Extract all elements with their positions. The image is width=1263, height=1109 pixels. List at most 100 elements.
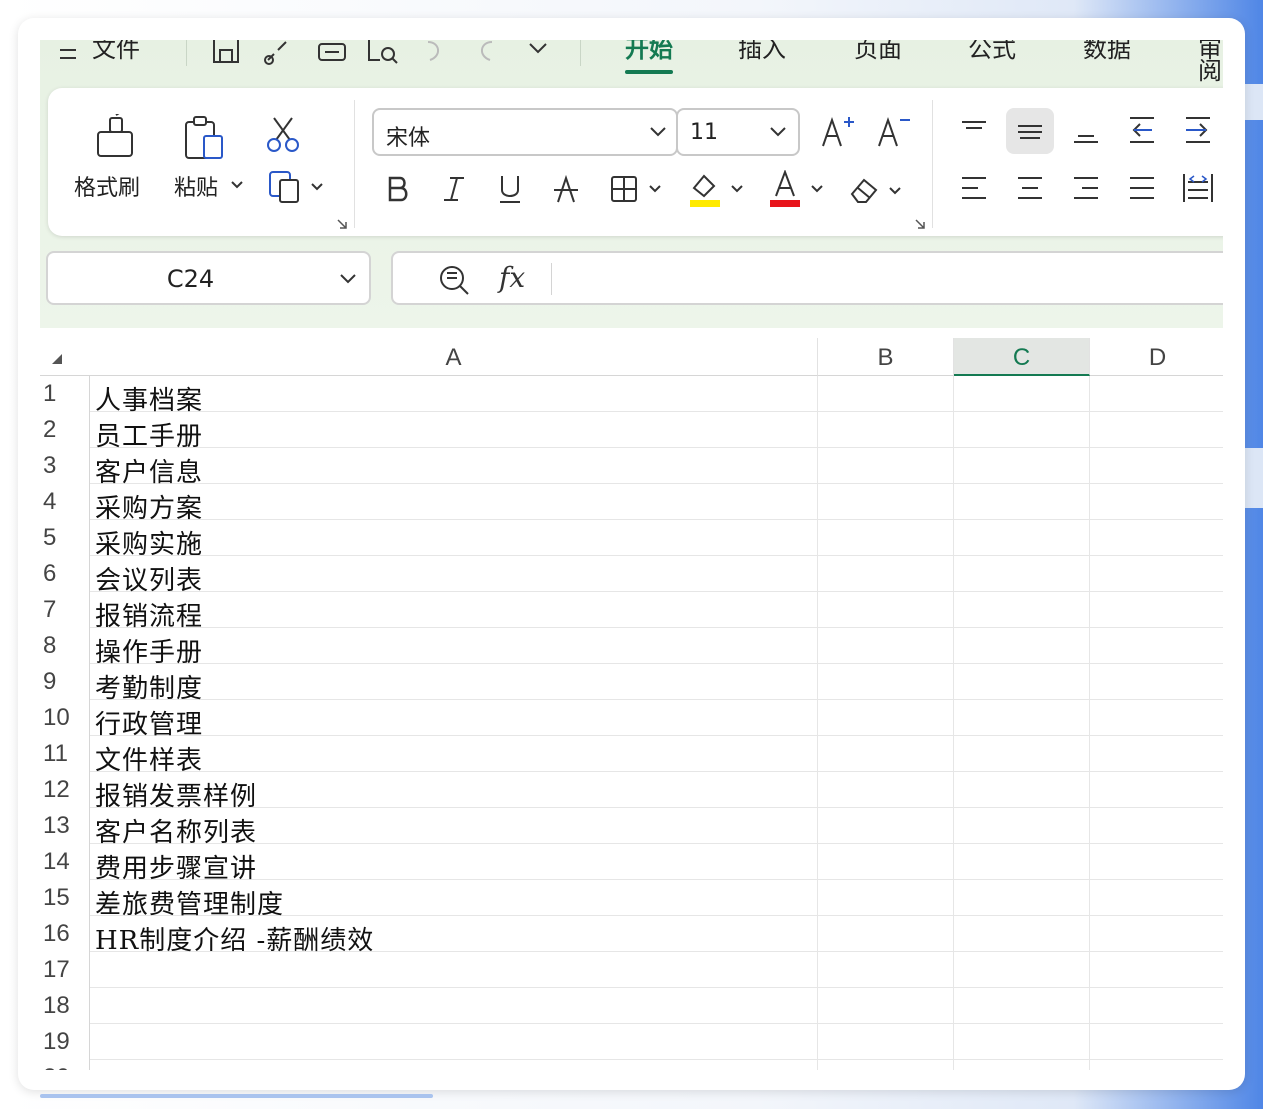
cell-d[interactable] (1090, 628, 1223, 664)
cell-c[interactable] (954, 988, 1090, 1024)
paste-button[interactable]: 粘贴 (168, 114, 258, 214)
cell-c[interactable] (954, 520, 1090, 556)
cell-c[interactable] (954, 592, 1090, 628)
cell-b[interactable] (818, 1060, 954, 1070)
row-header[interactable]: 16 (40, 916, 90, 952)
cell-b[interactable] (818, 952, 954, 988)
align-right-button[interactable] (1066, 168, 1106, 208)
share-button[interactable] (262, 40, 294, 80)
cell-a[interactable]: 报销发票样例 (90, 772, 818, 812)
row-header[interactable]: 14 (40, 844, 90, 880)
format-painter-button[interactable]: 格式刷 (74, 114, 164, 214)
cell-c[interactable] (954, 448, 1090, 484)
cell-d[interactable] (1090, 1024, 1223, 1060)
cell-c[interactable] (954, 412, 1090, 448)
row-header[interactable]: 7 (40, 592, 90, 628)
quick-access-dropdown[interactable] (526, 40, 550, 80)
zoom-out-icon[interactable] (437, 263, 471, 297)
select-all-corner[interactable] (40, 338, 90, 376)
tab-formulas[interactable]: 公式 (968, 40, 1016, 80)
cell-d[interactable] (1090, 808, 1223, 844)
font-size-select[interactable]: 11 (676, 108, 800, 156)
row-header[interactable]: 11 (40, 736, 90, 772)
cell-b[interactable] (818, 520, 954, 556)
justify-button[interactable] (1122, 168, 1162, 208)
cell-c[interactable] (954, 700, 1090, 736)
cell-d[interactable] (1090, 664, 1223, 700)
cell-a[interactable]: 员工手册 (90, 412, 818, 452)
cell-a[interactable]: HR制度介绍 -薪酬绩效 (90, 916, 818, 956)
cell-c[interactable] (954, 628, 1090, 664)
cell-d[interactable] (1090, 484, 1223, 520)
cell-d[interactable] (1090, 700, 1223, 736)
borders-button[interactable] (608, 172, 668, 206)
cell-c[interactable] (954, 952, 1090, 988)
tab-page[interactable]: 页面 (854, 40, 902, 80)
cell-d[interactable] (1090, 736, 1223, 772)
main-menu-button[interactable] (58, 40, 78, 80)
horizontal-scrollbar[interactable] (40, 1094, 433, 1098)
cell-d[interactable] (1090, 880, 1223, 916)
undo-button[interactable] (420, 40, 450, 80)
cell-d[interactable] (1090, 988, 1223, 1024)
font-color-button[interactable] (768, 170, 828, 208)
column-header-d[interactable]: D (1090, 338, 1223, 376)
column-header-a[interactable]: A (90, 338, 818, 376)
align-left-button[interactable] (954, 168, 994, 208)
cell-a[interactable]: 报销流程 (90, 592, 818, 632)
font-name-select[interactable]: 宋体 (372, 108, 678, 156)
row-header[interactable]: 4 (40, 484, 90, 520)
italic-button[interactable] (438, 172, 470, 206)
cell-c[interactable] (954, 916, 1090, 952)
column-header-c[interactable]: C (954, 338, 1090, 376)
row-header[interactable]: 3 (40, 448, 90, 484)
row-header[interactable]: 9 (40, 664, 90, 700)
cell-c[interactable] (954, 772, 1090, 808)
row-header[interactable]: 19 (40, 1024, 90, 1060)
cell-a[interactable] (90, 1060, 818, 1070)
row-header[interactable]: 18 (40, 988, 90, 1024)
cell-b[interactable] (818, 664, 954, 700)
align-bottom-button[interactable] (1066, 110, 1106, 150)
cell-b[interactable] (818, 376, 954, 412)
print-preview-button[interactable] (366, 40, 400, 80)
cell-a[interactable]: 客户信息 (90, 448, 818, 488)
tab-home[interactable]: 开始 (625, 40, 673, 80)
cell-a[interactable]: 采购实施 (90, 520, 818, 560)
strikethrough-button[interactable] (550, 172, 582, 206)
cell-b[interactable] (818, 988, 954, 1024)
cell-c[interactable] (954, 844, 1090, 880)
cell-a[interactable]: 差旅费管理制度 (90, 880, 818, 920)
cell-d[interactable] (1090, 556, 1223, 592)
cell-b[interactable] (818, 880, 954, 916)
cell-a[interactable] (90, 1024, 818, 1060)
file-menu[interactable]: 文件 (92, 40, 140, 80)
tab-review[interactable]: 审阅 (1198, 40, 1223, 83)
cell-d[interactable] (1090, 592, 1223, 628)
cell-a[interactable]: 费用步骤宣讲 (90, 844, 818, 884)
cell-b[interactable] (818, 556, 954, 592)
row-header[interactable]: 15 (40, 880, 90, 916)
cell-d[interactable] (1090, 412, 1223, 448)
copy-button[interactable] (266, 168, 330, 208)
cell-a[interactable]: 会议列表 (90, 556, 818, 596)
cell-a[interactable]: 考勤制度 (90, 664, 818, 704)
row-header[interactable]: 2 (40, 412, 90, 448)
cell-c[interactable] (954, 880, 1090, 916)
cell-d[interactable] (1090, 844, 1223, 880)
distributed-align-button[interactable] (1178, 168, 1218, 208)
cell-b[interactable] (818, 412, 954, 448)
cell-d[interactable] (1090, 448, 1223, 484)
fill-color-button[interactable] (688, 170, 748, 208)
cell-a[interactable]: 客户名称列表 (90, 808, 818, 848)
increase-indent-button[interactable] (1178, 110, 1218, 150)
cell-a[interactable]: 文件样表 (90, 736, 818, 776)
clear-button[interactable] (846, 172, 908, 208)
increase-font-size-button[interactable] (820, 114, 856, 150)
row-header[interactable]: 20 (40, 1060, 90, 1070)
cut-button[interactable] (264, 114, 304, 154)
cell-c[interactable] (954, 664, 1090, 700)
align-center-button[interactable] (1010, 168, 1050, 208)
row-header[interactable]: 12 (40, 772, 90, 808)
cell-a[interactable] (90, 952, 818, 988)
